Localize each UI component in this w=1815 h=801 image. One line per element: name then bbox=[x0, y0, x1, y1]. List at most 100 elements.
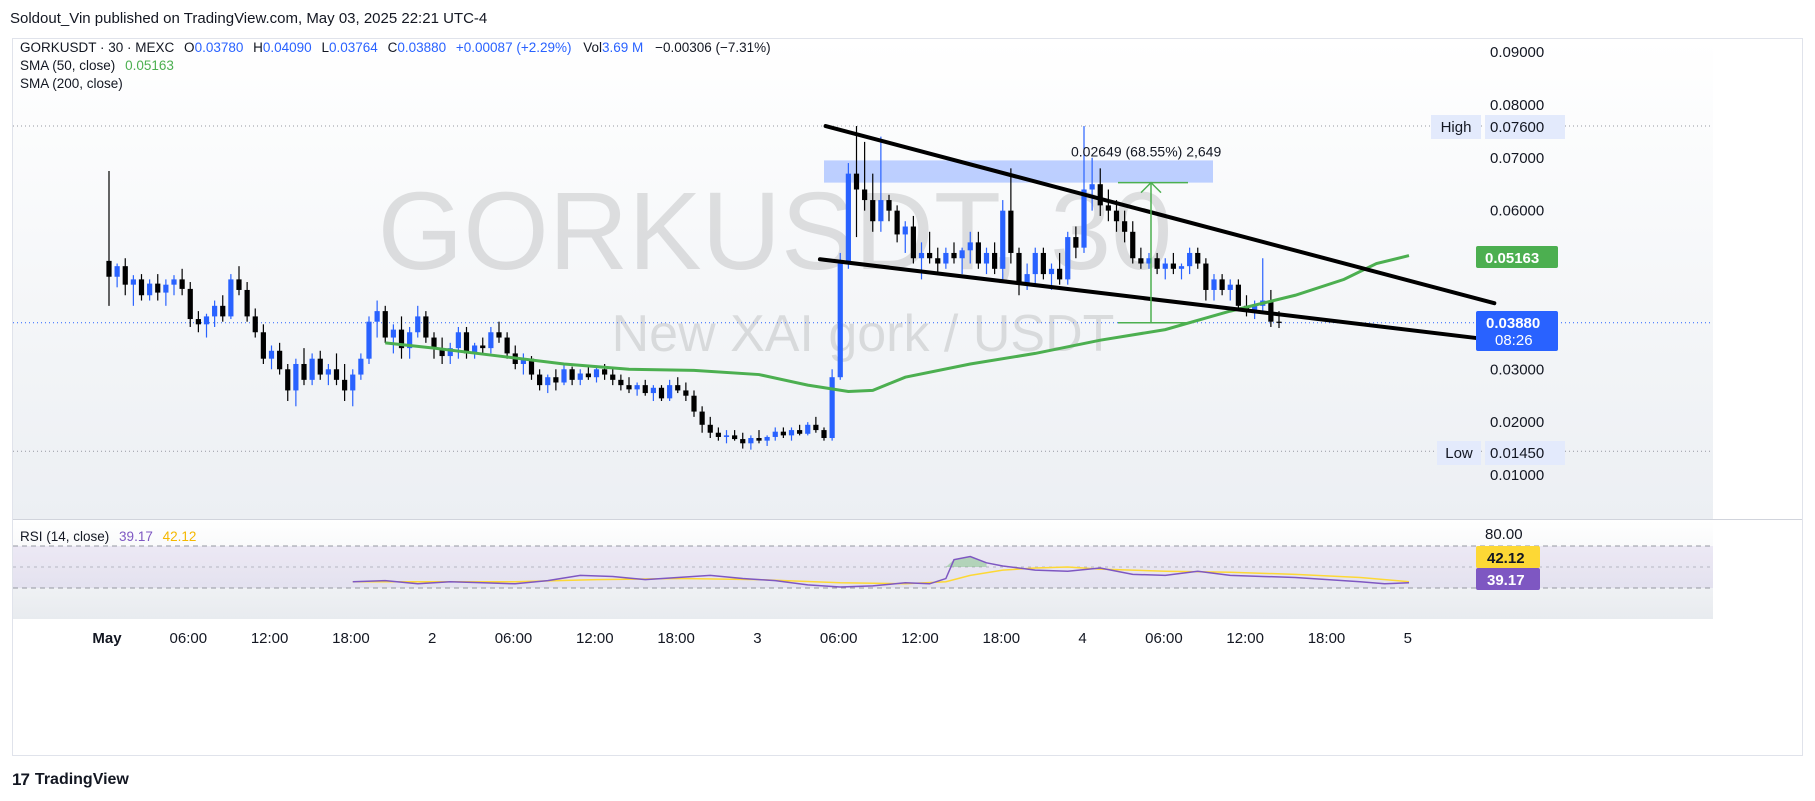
candle-body bbox=[333, 369, 340, 380]
rsi-legend-value: 39.17 bbox=[119, 529, 153, 544]
candle-body bbox=[902, 226, 908, 235]
candle-body bbox=[634, 385, 640, 390]
candle-body bbox=[642, 385, 648, 394]
price-tick: 0.03000 bbox=[1490, 361, 1544, 378]
candle-body bbox=[675, 385, 681, 391]
high-label: High bbox=[1441, 119, 1472, 136]
candle-body bbox=[122, 266, 128, 285]
legend-sma200-label[interactable]: SMA (200, close) bbox=[20, 76, 123, 91]
price-tick: 0.01000 bbox=[1490, 467, 1544, 484]
legend-sma50-label[interactable]: SMA (50, close) bbox=[20, 58, 115, 73]
tradingview-logo-icon[interactable]: 17 bbox=[12, 770, 30, 790]
candle-body bbox=[342, 379, 348, 391]
candle-body bbox=[415, 316, 421, 333]
candle-body bbox=[203, 316, 210, 325]
candle-body bbox=[1048, 268, 1055, 275]
footer: 17 TradingView bbox=[12, 766, 129, 794]
time-tick: 18:00 bbox=[1308, 630, 1346, 647]
candle-body bbox=[951, 252, 957, 259]
legend-open-value: 0.03780 bbox=[195, 40, 244, 55]
candle-body bbox=[886, 200, 892, 211]
legend-close-label: C bbox=[388, 40, 398, 55]
candle-body bbox=[309, 358, 315, 380]
rsi-label[interactable]: RSI (14, close) bbox=[20, 529, 109, 544]
candle-body bbox=[106, 260, 112, 277]
countdown-timer: 08:26 bbox=[1495, 332, 1533, 349]
candle-body bbox=[244, 289, 250, 317]
time-axis[interactable]: May 06:00 12:00 18:00 2 06:00 12:00 18:00 3 06:00… bbox=[92, 630, 1412, 647]
candle-body bbox=[1219, 279, 1225, 290]
candle-body bbox=[179, 279, 185, 289]
candle-body bbox=[805, 424, 811, 434]
time-tick: 06:00 bbox=[495, 630, 533, 647]
candle-body bbox=[1195, 252, 1201, 264]
time-tick: 18:00 bbox=[332, 630, 370, 647]
candle-body bbox=[1178, 266, 1185, 269]
legend-high-value: 0.04090 bbox=[263, 40, 312, 55]
sma50-badge: 0.05163 bbox=[1476, 246, 1558, 268]
candle-body bbox=[1122, 221, 1128, 232]
resistance-zone[interactable] bbox=[824, 160, 1213, 183]
candle-body bbox=[610, 374, 616, 380]
candle-body bbox=[366, 321, 372, 359]
candle-body bbox=[667, 385, 673, 399]
candle-body bbox=[155, 283, 161, 293]
candle-body bbox=[545, 377, 551, 386]
candle-body bbox=[772, 431, 778, 437]
legend-change: +0.00087 (+2.29%) bbox=[456, 40, 572, 55]
candle-body bbox=[1170, 263, 1176, 269]
candle-body bbox=[975, 242, 981, 264]
price-tick: 0.08000 bbox=[1490, 97, 1544, 114]
watermark-description: New XAI gork / USDT bbox=[612, 305, 1115, 363]
candle-body bbox=[602, 369, 608, 375]
candle-body bbox=[1040, 252, 1046, 275]
time-tick: 18:00 bbox=[657, 630, 695, 647]
candlestick-chart[interactable]: GORKUSDT, 30 New XAI gork / USDT 0.02649… bbox=[13, 39, 1802, 755]
candle-body bbox=[285, 369, 291, 391]
legend-close-value: 0.03880 bbox=[397, 40, 446, 55]
candle-body bbox=[147, 283, 153, 296]
candle-body bbox=[821, 430, 827, 439]
candle-body bbox=[577, 373, 583, 380]
high-value: 0.07600 bbox=[1490, 119, 1544, 136]
time-tick: May bbox=[92, 630, 122, 647]
watermark-symbol: GORKUSDT, 30 bbox=[378, 170, 1173, 293]
candle-body bbox=[236, 279, 242, 290]
candle-body bbox=[935, 258, 941, 264]
candle-body bbox=[138, 279, 145, 296]
footer-brand[interactable]: TradingView bbox=[35, 771, 129, 789]
candle-body bbox=[894, 210, 900, 235]
candle-body bbox=[740, 439, 746, 444]
candle-body bbox=[837, 263, 843, 378]
candle-body bbox=[748, 438, 754, 444]
time-tick: 12:00 bbox=[901, 630, 939, 647]
candle-body bbox=[1081, 189, 1087, 248]
last-price-value: 0.03880 bbox=[1486, 315, 1540, 332]
rsi-band bbox=[13, 546, 1713, 588]
time-tick: 12:00 bbox=[1226, 630, 1264, 647]
low-value: 0.01450 bbox=[1490, 445, 1544, 462]
candle-body bbox=[658, 387, 665, 399]
candle-body bbox=[1203, 263, 1209, 290]
candle-body bbox=[870, 200, 876, 222]
candle-body bbox=[171, 279, 177, 285]
candle-body bbox=[707, 424, 713, 433]
candle-body bbox=[1065, 237, 1071, 280]
legend-symbol[interactable]: GORKUSDT · 30 · MEXC bbox=[20, 40, 175, 55]
candle-body bbox=[1162, 263, 1168, 269]
candle-body bbox=[504, 337, 510, 354]
candle-body bbox=[350, 374, 356, 391]
candle-body bbox=[715, 432, 721, 437]
candle-body bbox=[797, 430, 803, 434]
candle-body bbox=[1154, 258, 1160, 269]
low-label: Low bbox=[1445, 445, 1473, 462]
time-tick: 06:00 bbox=[820, 630, 858, 647]
candle-body bbox=[1089, 184, 1095, 190]
legend-sma50-value: 0.05163 bbox=[125, 58, 174, 73]
chart-frame: GORKUSDT, 30 New XAI gork / USDT 0.02649… bbox=[12, 38, 1803, 756]
candle-body bbox=[829, 377, 835, 439]
candle-body bbox=[1138, 258, 1144, 264]
candle-body bbox=[114, 266, 120, 277]
candle-body bbox=[1032, 252, 1038, 275]
candle-body bbox=[358, 358, 364, 375]
